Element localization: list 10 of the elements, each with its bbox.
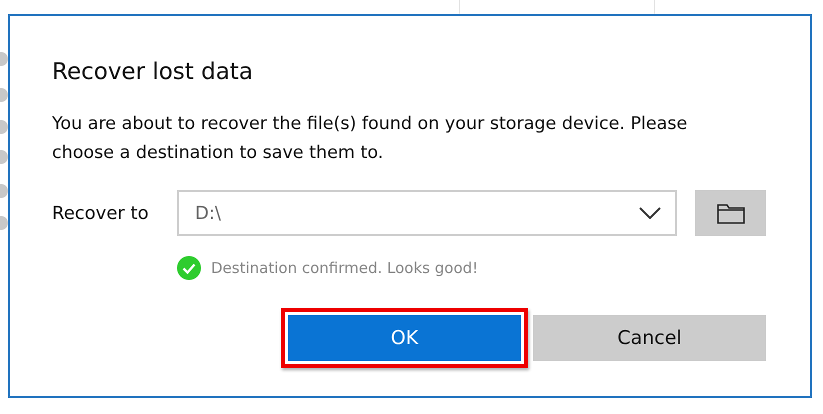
browse-folder-button[interactable] [695,190,766,236]
status-message: Destination confirmed. Looks good! [211,259,478,277]
dialog-message: You are about to recover the file(s) found on your storage device. Please choose a destination to save them to. [52,113,688,165]
destination-dropdown[interactable]: D:\ [177,190,677,236]
folder-icon [716,202,744,224]
chevron-down-icon [639,207,661,219]
destination-label: Recover to [52,202,150,224]
ok-button[interactable]: OK [288,315,521,361]
cancel-button[interactable]: Cancel [533,315,766,361]
dialog-title: Recover lost data [52,58,254,87]
